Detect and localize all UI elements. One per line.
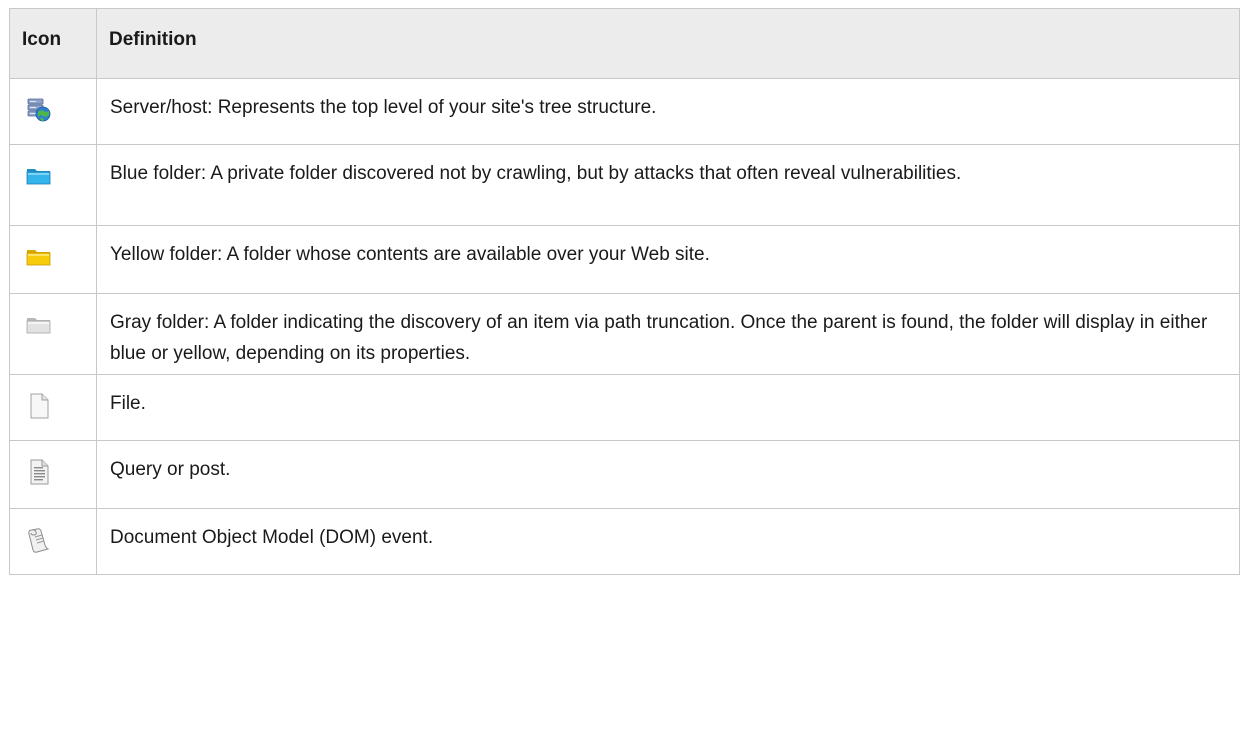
icon-cell xyxy=(9,508,97,575)
definition-cell: Gray folder: A folder indicating the dis… xyxy=(96,293,1240,375)
gray-folder-icon xyxy=(26,312,52,338)
table-row: File. xyxy=(9,374,1240,441)
dom-event-icon xyxy=(26,527,52,553)
icon-legend-table: Icon Definition Server/host: Represents … xyxy=(9,8,1240,575)
table-row: Yellow folder: A folder whose contents a… xyxy=(9,225,1240,294)
query-post-icon xyxy=(26,459,52,485)
table-row: Document Object Model (DOM) event. xyxy=(9,508,1240,575)
definition-cell: Yellow folder: A folder whose contents a… xyxy=(96,225,1240,294)
icon-cell xyxy=(9,78,97,145)
icon-column-header: Icon xyxy=(9,8,97,79)
table-header-row: Icon Definition xyxy=(9,8,1240,79)
icon-cell xyxy=(9,144,97,226)
definition-cell: Document Object Model (DOM) event. xyxy=(96,508,1240,575)
definition-cell: File. xyxy=(96,374,1240,441)
definition-cell: Server/host: Represents the top level of… xyxy=(96,78,1240,145)
table-row: Query or post. xyxy=(9,440,1240,509)
icon-cell xyxy=(9,374,97,441)
definition-column-header: Definition xyxy=(96,8,1240,79)
definition-cell: Blue folder: A private folder discovered… xyxy=(96,144,1240,226)
table-row: Blue folder: A private folder discovered… xyxy=(9,144,1240,226)
icon-cell xyxy=(9,293,97,375)
table-row: Gray folder: A folder indicating the dis… xyxy=(9,293,1240,375)
table-row: Server/host: Represents the top level of… xyxy=(9,78,1240,145)
blue-folder-icon xyxy=(26,163,52,189)
yellow-folder-icon xyxy=(26,244,52,270)
icon-cell xyxy=(9,225,97,294)
icon-cell xyxy=(9,440,97,509)
definition-cell: Query or post. xyxy=(96,440,1240,509)
file-icon xyxy=(26,393,52,419)
server-host-icon xyxy=(26,97,52,123)
